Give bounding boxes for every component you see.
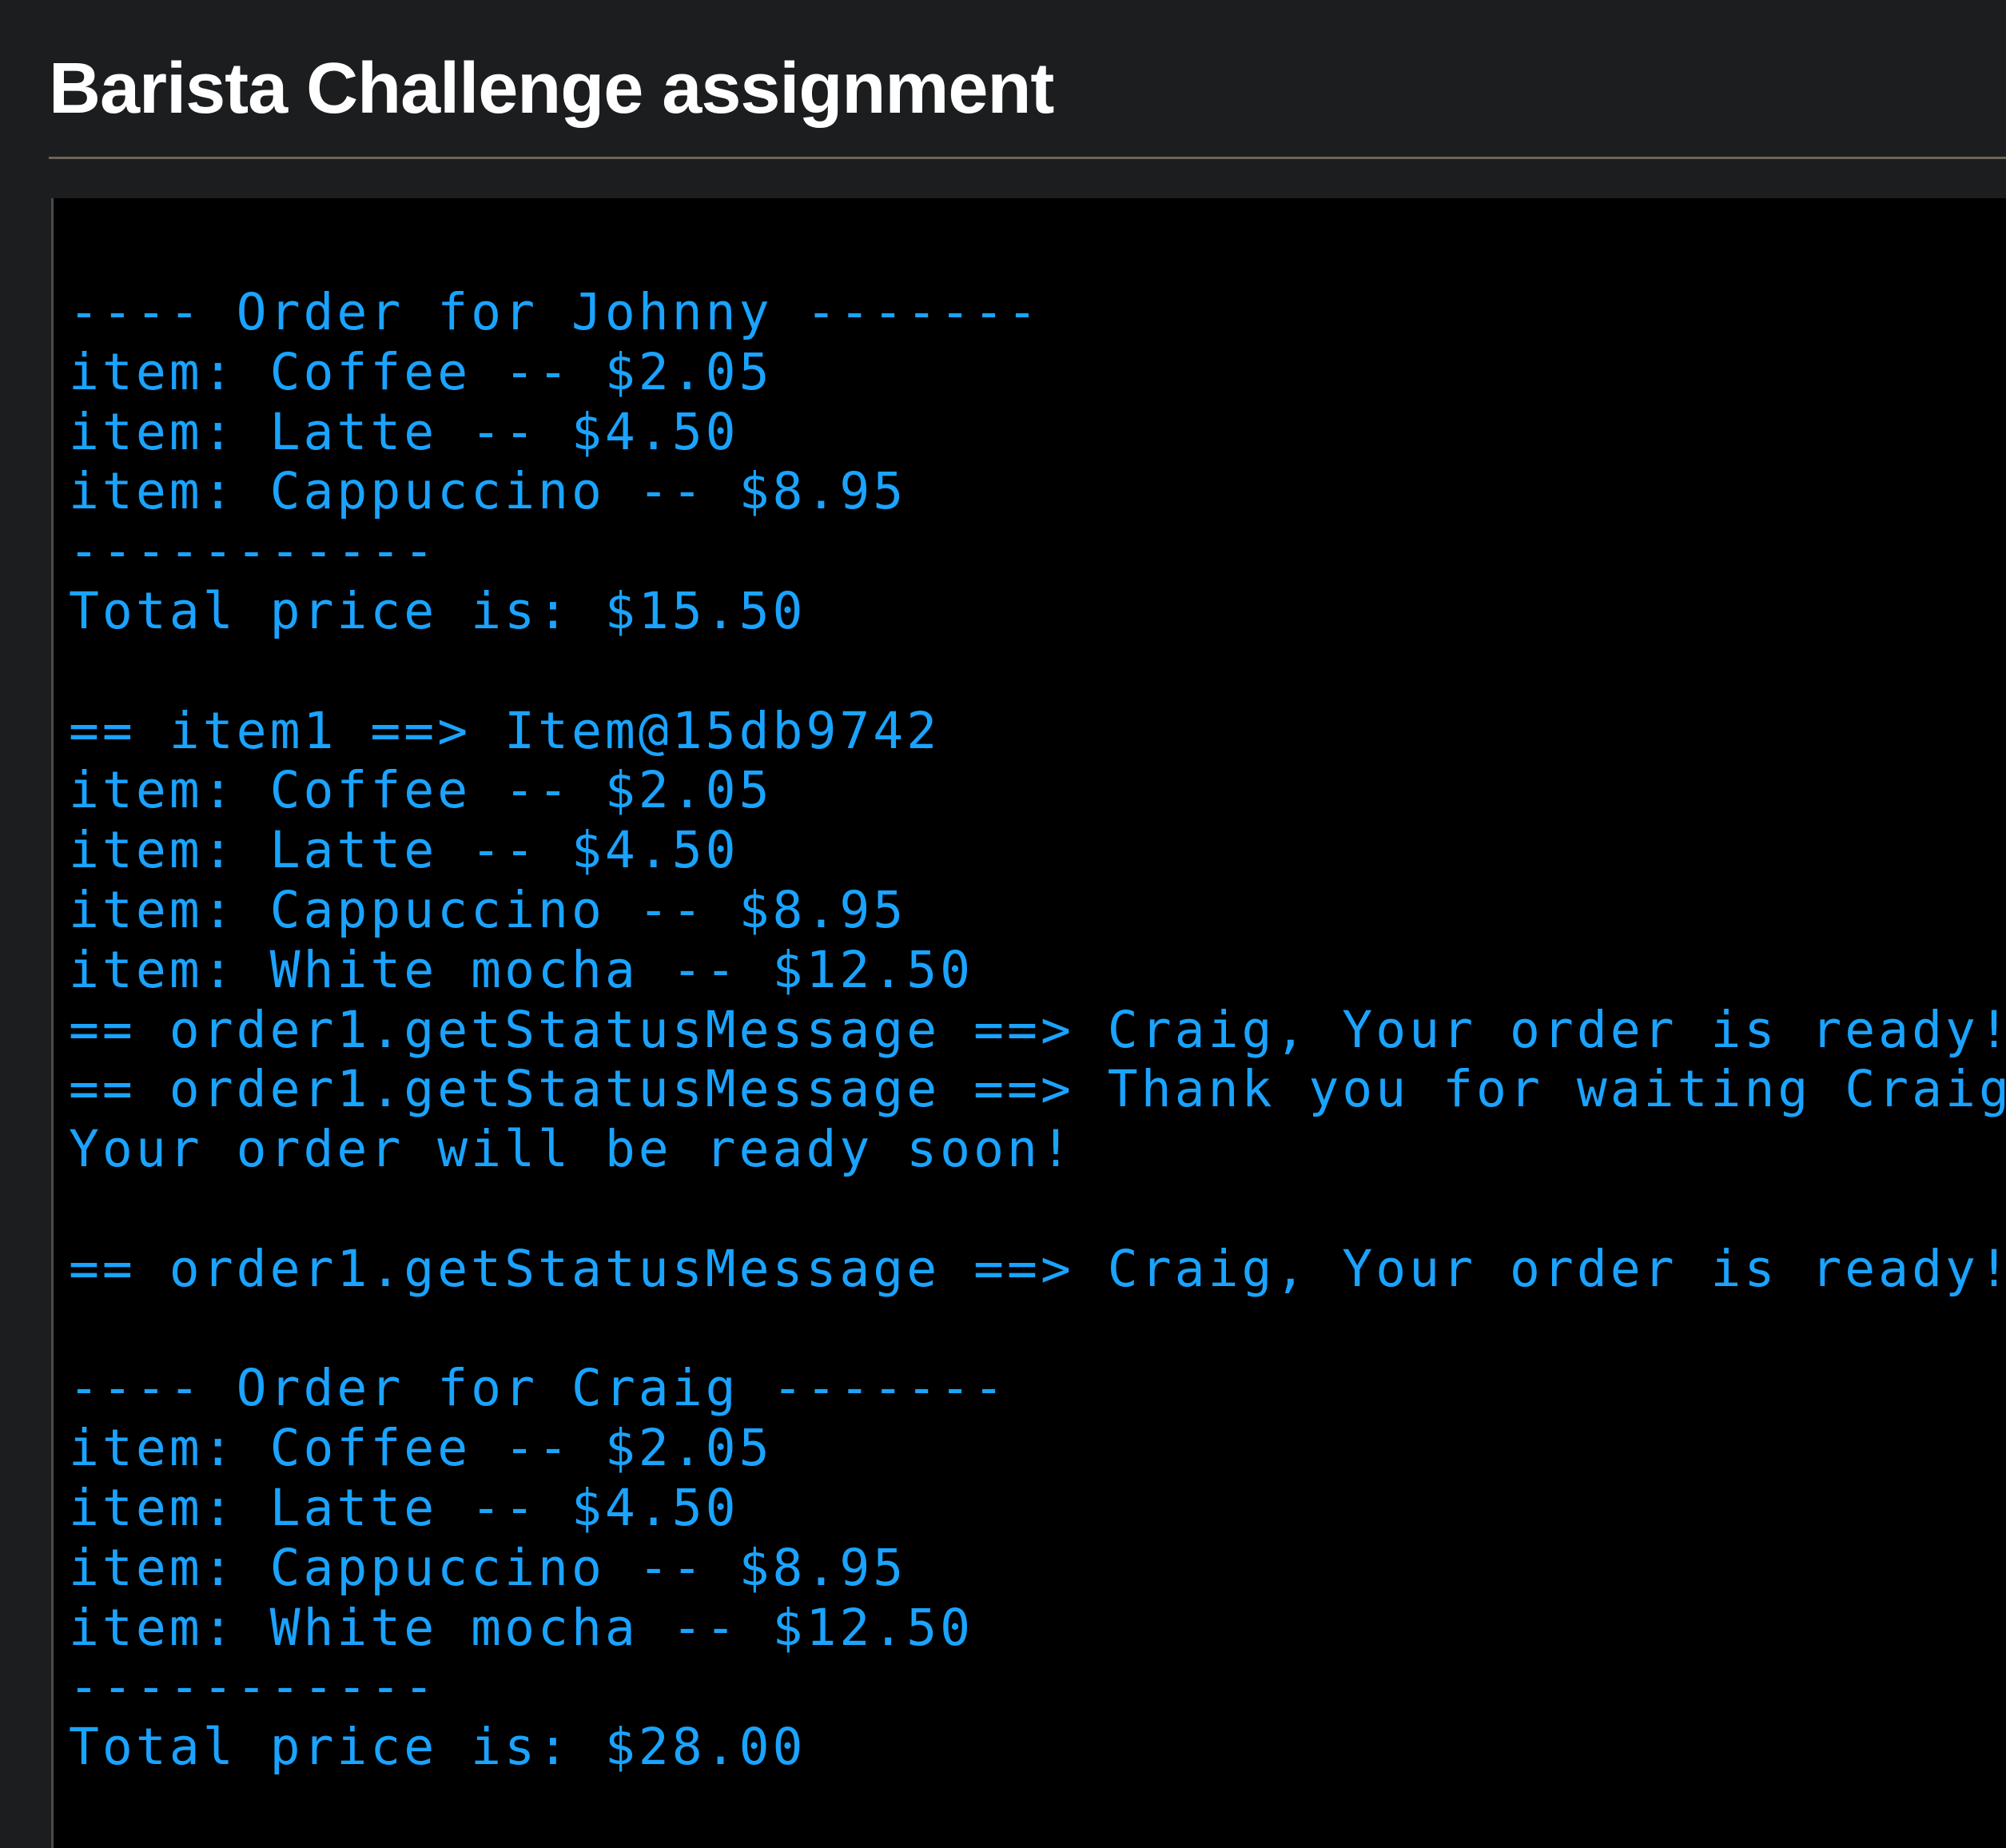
console-line: item: Coffee -- $2.05 — [69, 1419, 773, 1478]
console-line: item: Cappuccino -- $8.95 — [69, 462, 907, 521]
console-line: ---- Order for Craig ------- — [69, 1359, 1008, 1418]
console-line: item: Cappuccino -- $8.95 — [69, 1538, 907, 1597]
console-line: Total price is: $28.00 — [69, 1718, 806, 1777]
console-line: ----------- — [69, 1658, 438, 1717]
console-line: item: Coffee -- $2.05 — [69, 342, 773, 401]
console-lines: ---- Order for Johnny ------- item: Coff… — [69, 283, 2006, 1778]
console-line: ---- Order for Johnny ------- — [69, 283, 1041, 341]
title-divider — [49, 157, 2006, 159]
console-line: == order1.getStatusMessage ==> Craig, Yo… — [69, 1000, 2006, 1059]
console-line: Your order will be ready soon! — [69, 1120, 1074, 1179]
console-line: item: White mocha -- $12.50 — [69, 940, 974, 999]
console-line: ----------- — [69, 522, 438, 581]
console-line: Total price is: $15.50 — [69, 581, 806, 640]
console-line: == order1.getStatusMessage ==> Craig, Yo… — [69, 1239, 2006, 1298]
console-line: == order1.getStatusMessage ==> Thank you… — [69, 1060, 2006, 1119]
console-line: item: Latte -- $4.50 — [69, 1478, 739, 1537]
console-line: == item1 ==> Item@15db9742 — [69, 701, 941, 760]
page-title: Barista Challenge assignment — [49, 49, 1054, 129]
console-output-panel: ---- Order for Johnny ------- item: Coff… — [51, 198, 2006, 1848]
console-line: item: Cappuccino -- $8.95 — [69, 880, 907, 939]
console-line: item: Latte -- $4.50 — [69, 402, 739, 461]
console-line: item: Coffee -- $2.05 — [69, 761, 773, 820]
console-line: item: Latte -- $4.50 — [69, 821, 739, 880]
console-line: item: White mocha -- $12.50 — [69, 1598, 974, 1657]
